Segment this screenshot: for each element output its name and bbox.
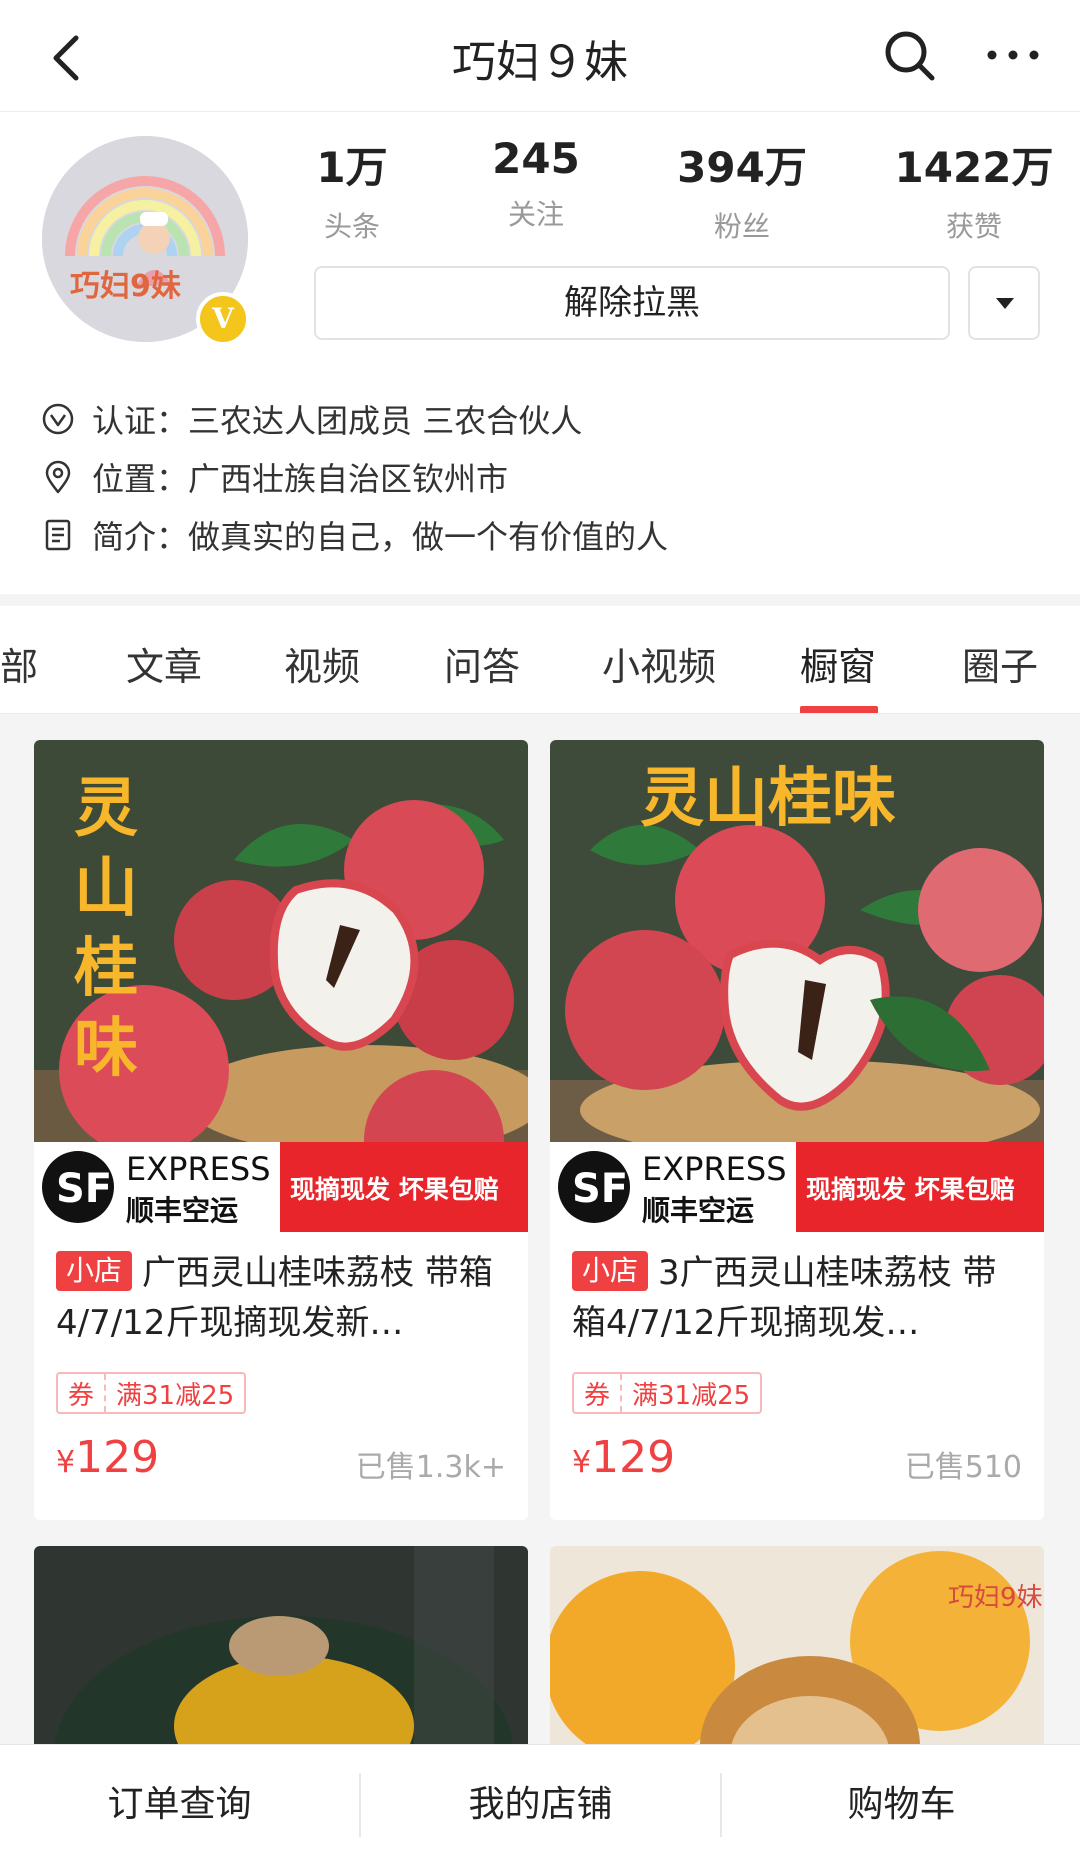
image-overlay-char: 灵 [74, 772, 138, 846]
coupon-label: 券 [58, 1374, 107, 1412]
sold-count: 已售1.3k+ [355, 1450, 506, 1485]
shop-tag: 小店 [572, 1251, 649, 1291]
top-bar: 巧妇９妹 [0, 0, 1080, 112]
tab-all[interactable]: 全部 [0, 636, 38, 691]
info-value: 做真实的自己，做一个有价值的人 [188, 518, 669, 556]
product-price: ¥129 [56, 1432, 159, 1483]
info-key: 认证： [92, 402, 189, 440]
bottom-nav: 订单查询 我的店铺 购物车 [0, 1744, 1080, 1864]
stat-value: 1422万 [894, 143, 1054, 192]
image-overlay-char: 桂 [74, 932, 138, 1006]
profile-section: 巧妇9妹 V 1万 头条 245 关注 394万 粉丝 1422万 获赞 解除拉… [0, 112, 1080, 594]
coupon-text: 满31减25 [116, 1380, 235, 1411]
location-icon [45, 460, 71, 494]
info-value: 广西壮族自治区钦州市 [188, 460, 509, 498]
dropdown-arrow-icon [996, 298, 1014, 309]
product-price: ¥129 [572, 1432, 675, 1483]
search-icon[interactable] [880, 26, 940, 86]
product-title: 小店 广西灵山桂味荔枝 带箱4/7/12斤现摘现发新… [56, 1248, 508, 1348]
coupon-badge: 券 满31减25 [572, 1372, 763, 1414]
stat-likes[interactable]: 1422万 获赞 [884, 134, 1064, 245]
info-location: 位置： 广西壮族自治区钦州市 [40, 454, 508, 500]
stat-label: 获赞 [945, 210, 1002, 243]
more-actions-dropdown[interactable] [968, 266, 1040, 340]
stat-value: 1万 [316, 143, 388, 192]
product-image-pastry[interactable]: 巧妇9妹 [550, 1546, 1044, 1746]
watermark-text: 巧妇9妹 [948, 1583, 1043, 1613]
coupon-badge: 券 满31减25 [56, 1372, 247, 1414]
shop-tag: 小店 [56, 1251, 133, 1291]
info-key: 简介： [92, 518, 189, 556]
tab-short-videos[interactable]: 小视频 [602, 636, 716, 691]
active-tab-indicator [800, 706, 878, 713]
stat-label: 粉丝 [713, 210, 770, 243]
stat-label: 头条 [323, 210, 380, 243]
tab-showcase[interactable]: 橱窗 [800, 636, 876, 691]
stat-value: 245 [492, 134, 580, 183]
express-label: EXPRESS [642, 1150, 787, 1188]
sf-airline-label: 顺丰空运 [126, 1194, 238, 1227]
svg-text:SF: SF [572, 1166, 628, 1212]
stat-following[interactable]: 245 关注 [446, 134, 626, 233]
express-label: EXPRESS [126, 1150, 271, 1188]
product-title: 小店 3广西灵山桂味荔枝 带箱4/7/12斤现摘现发… [572, 1248, 1024, 1348]
coupon-label: 券 [574, 1374, 623, 1412]
info-value: 三农达人团成员 三农合伙人 [188, 402, 583, 440]
product-card[interactable]: 灵山桂味 SF EXPRESS 顺丰空运 现摘现发 坏果包赔 小店 3广西灵山桂味… [550, 740, 1044, 1520]
tab-qa[interactable]: 问答 [444, 636, 520, 691]
tab-videos[interactable]: 视频 [284, 636, 360, 691]
avatar-logo-text: 巧妇9妹 [70, 269, 181, 304]
order-lookup-button[interactable]: 订单查询 [0, 1745, 359, 1864]
my-store-button[interactable]: 我的店铺 [361, 1745, 720, 1864]
stat-label: 关注 [507, 198, 564, 231]
tab-circle[interactable]: 圈子 [962, 636, 1038, 691]
sold-count: 已售510 [904, 1450, 1022, 1485]
price-value: 129 [591, 1432, 676, 1483]
svg-text:SF: SF [56, 1166, 112, 1212]
product-card[interactable]: 灵 山 桂 味 SF EXPRESS 顺丰空运 现摘现发 坏果包赔 小店 广西灵山… [34, 740, 528, 1520]
stat-value: 394万 [677, 143, 807, 192]
content-tabs: 全部 文章 视频 问答 小视频 橱窗 圈子 [0, 606, 1080, 714]
shopping-cart-button[interactable]: 购物车 [722, 1745, 1080, 1864]
coupon-text: 满31减25 [632, 1380, 751, 1411]
more-options-icon[interactable] [978, 30, 1048, 80]
sf-airline-label: 顺丰空运 [642, 1194, 754, 1227]
stat-fans[interactable]: 394万 粉丝 [652, 134, 832, 245]
info-key: 位置： [92, 460, 189, 498]
image-overlay-title: 灵山桂味 [640, 762, 896, 836]
verified-v-badge: V [196, 292, 250, 346]
image-overlay-char: 味 [74, 1012, 138, 1086]
unblock-button[interactable]: 解除拉黑 [314, 266, 950, 340]
currency-symbol: ¥ [572, 1445, 592, 1480]
fresh-guarantee-label: 现摘现发 坏果包赔 [290, 1175, 499, 1204]
image-overlay-char: 山 [74, 852, 138, 926]
product-image-pumpkin[interactable] [34, 1546, 528, 1746]
document-icon [45, 519, 71, 551]
price-value: 129 [75, 1432, 160, 1483]
tab-articles[interactable]: 文章 [126, 636, 202, 691]
product-image-lychee: 灵山桂味 SF EXPRESS 顺丰空运 现摘现发 坏果包赔 [550, 740, 1044, 1232]
info-verification: 认证： 三农达人团成员 三农合伙人 [40, 396, 582, 442]
stat-headlines[interactable]: 1万 头条 [262, 134, 442, 245]
info-bio: 简介： 做真实的自己，做一个有价值的人 [40, 512, 668, 558]
fresh-guarantee-label: 现摘现发 坏果包赔 [806, 1175, 1015, 1204]
currency-symbol: ¥ [56, 1445, 76, 1480]
product-image-lychee: 灵 山 桂 味 SF EXPRESS 顺丰空运 现摘现发 坏果包赔 [34, 740, 528, 1232]
verified-icon [42, 403, 74, 435]
